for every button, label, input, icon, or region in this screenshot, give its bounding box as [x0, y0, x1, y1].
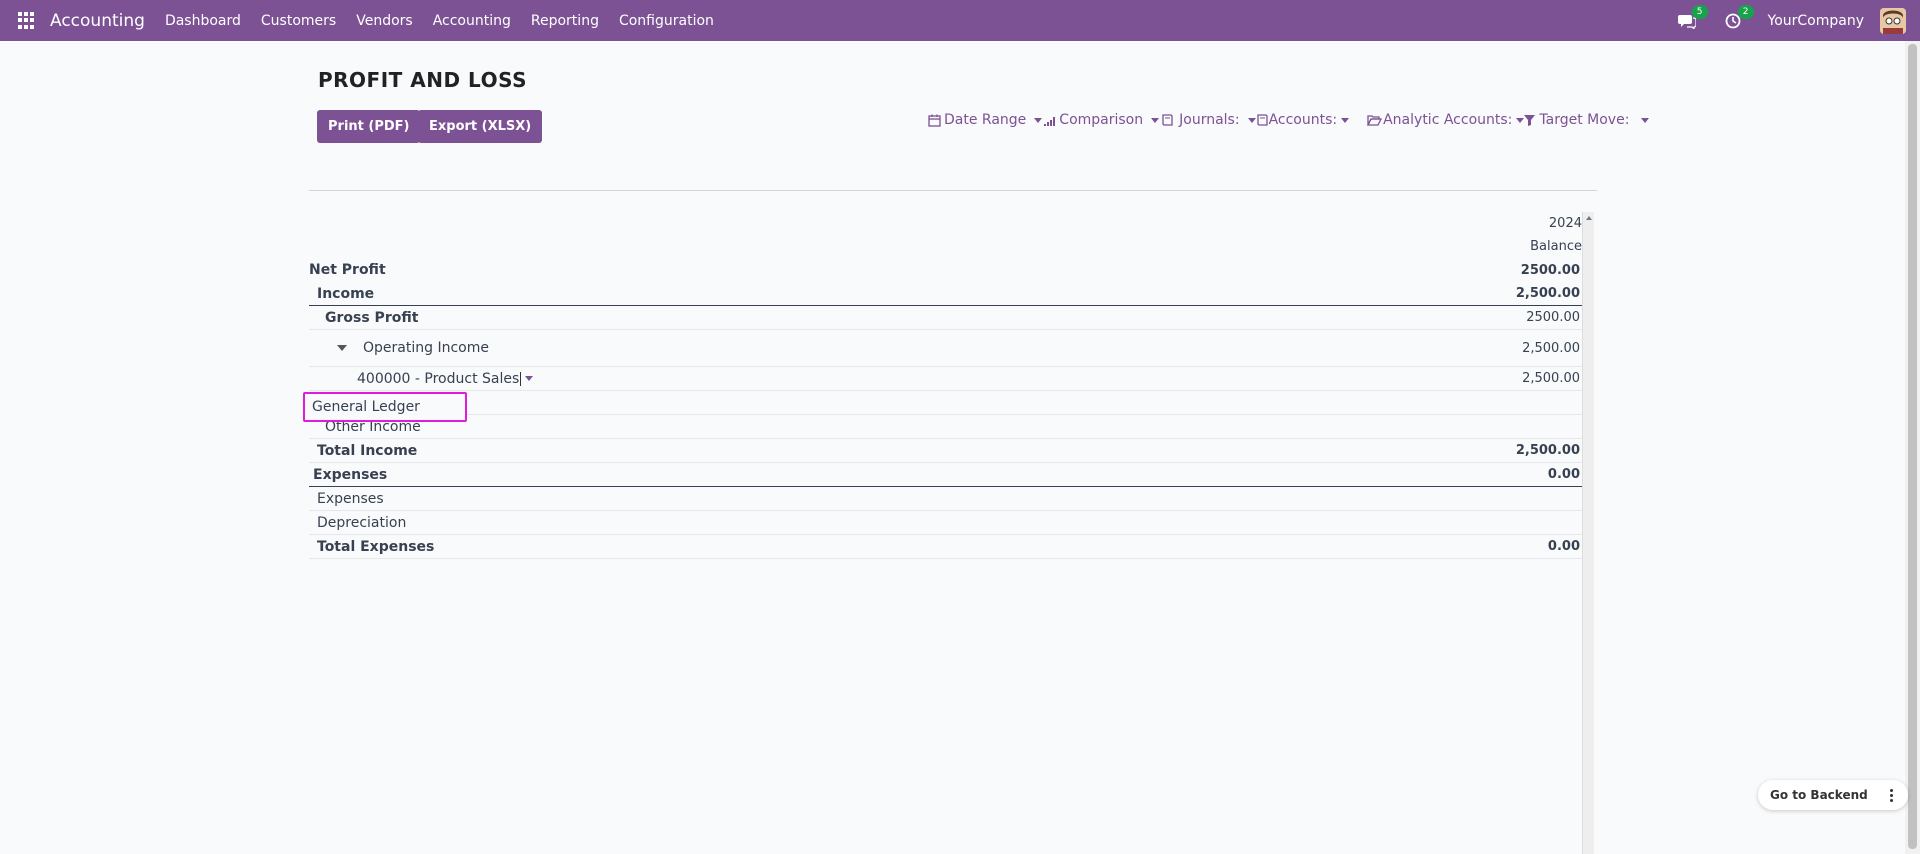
line-value: 0.00 [1547, 539, 1580, 554]
book-icon [1162, 114, 1173, 126]
line-label: Gross Profit [325, 309, 419, 326]
chevron-down-icon [1341, 117, 1350, 123]
line-label: Expenses [317, 490, 384, 507]
report-line-blank [309, 391, 1582, 415]
line-label: Total Income [317, 442, 418, 459]
chevron-down-icon [1641, 117, 1650, 123]
line-value: 2500.00 [1526, 310, 1580, 325]
report-line-gross-profit[interactable]: Gross Profit 2500.00 [309, 306, 1582, 330]
analytic-accounts-label: Analytic Accounts: [1383, 112, 1513, 128]
comparison-filter[interactable]: Comparison [1044, 112, 1160, 128]
line-label: Depreciation [317, 514, 407, 531]
go-to-backend-button[interactable]: Go to Backend [1758, 788, 1880, 802]
line-value: 2,500.00 [1515, 286, 1580, 301]
accounts-label: Accounts: [1268, 112, 1338, 128]
go-to-backend-widget: Go to Backend [1758, 780, 1908, 810]
messages-badge: 5 [1691, 4, 1708, 19]
report-scrollbar[interactable] [1582, 212, 1594, 854]
report-line-expenses-group[interactable]: Expenses 0.00 [309, 463, 1582, 487]
target-move-filter[interactable]: Target Move: [1524, 112, 1650, 128]
text-cursor [520, 371, 522, 386]
chevron-down-icon[interactable] [525, 376, 534, 381]
menu-dashboard[interactable]: Dashboard [165, 13, 241, 29]
line-label: Total Expenses [317, 538, 435, 555]
chevron-down-icon [1516, 117, 1525, 123]
line-label: Income [317, 285, 375, 302]
menu-vendors[interactable]: Vendors [356, 13, 412, 29]
analytic-accounts-filter[interactable]: Analytic Accounts: [1367, 112, 1525, 128]
line-label: Net Profit [309, 262, 386, 278]
chevron-down-icon [1247, 117, 1256, 123]
menu-customers[interactable]: Customers [261, 13, 336, 29]
report-line-total-income[interactable]: Total Income 2,500.00 [309, 439, 1582, 463]
report-line-product-sales[interactable]: 400000 - Product Sales 2,500.00 [309, 367, 1582, 391]
report-line-net-profit[interactable]: Net Profit 2500.00 [309, 258, 1582, 282]
chevron-down-icon [1151, 117, 1160, 123]
kebab-menu-icon[interactable] [1880, 783, 1904, 807]
page-scrollbar-thumb[interactable] [1908, 44, 1917, 849]
messages-icon[interactable]: 5 [1676, 4, 1708, 32]
report-line-depreciation[interactable]: Depreciation [309, 511, 1582, 535]
filter-bar: Date Range Comparison Journals: Accounts… [928, 110, 1650, 130]
date-range-label: Date Range [944, 112, 1027, 128]
apps-grid-icon[interactable] [18, 11, 36, 30]
print-pdf-button[interactable]: Print (PDF) [317, 110, 421, 143]
line-value: 2,500.00 [1515, 443, 1580, 458]
report-line-operating-income[interactable]: Operating Income 2,500.00 [309, 330, 1582, 367]
report-line-total-expenses[interactable]: Total Expenses 0.00 [309, 535, 1582, 559]
comparison-label: Comparison [1059, 112, 1144, 128]
line-label: 400000 - Product Sales [357, 370, 520, 387]
company-switcher[interactable]: YourCompany [1768, 13, 1865, 29]
bar-chart-icon [1044, 116, 1056, 126]
date-range-filter[interactable]: Date Range [928, 112, 1043, 128]
menu-accounting[interactable]: Accounting [433, 13, 511, 29]
line-value: 2,500.00 [1522, 371, 1580, 386]
page-title: PROFIT AND LOSS [318, 68, 527, 92]
general-ledger-menu-item[interactable]: General Ledger [303, 392, 467, 422]
report-line-other-income[interactable]: Other Income [309, 415, 1582, 439]
line-value: 2,500.00 [1522, 340, 1580, 356]
book-icon [1256, 114, 1268, 126]
activities-badge: 2 [1737, 4, 1754, 19]
column-header-balance: Balance [1530, 239, 1582, 254]
line-value: 2500.00 [1520, 262, 1580, 278]
report-line-expenses[interactable]: Expenses [309, 487, 1582, 511]
line-label: Operating Income [363, 340, 489, 356]
line-label-wrap: 400000 - Product Sales [309, 371, 1522, 387]
report-line-income[interactable]: Income 2,500.00 [309, 282, 1582, 306]
line-label: Expenses [313, 466, 388, 483]
top-navbar: Accounting Dashboard Customers Vendors A… [0, 0, 1920, 41]
column-header-year: 2024 [1548, 216, 1582, 231]
line-value: 0.00 [1547, 467, 1580, 482]
scroll-up-arrow-icon[interactable] [1586, 216, 1592, 220]
divider [309, 190, 1597, 191]
line-label: Other Income [325, 418, 421, 435]
app-name[interactable]: Accounting [50, 11, 145, 31]
line-label-wrap: Operating Income [309, 340, 1522, 356]
journals-filter[interactable]: Journals: [1161, 112, 1256, 128]
calendar-icon [928, 114, 941, 127]
expand-caret-icon[interactable] [337, 345, 347, 351]
activities-clock-icon[interactable]: 2 [1722, 4, 1754, 32]
general-ledger-label: General Ledger [312, 399, 420, 415]
user-avatar[interactable] [1880, 7, 1906, 34]
journals-label: Journals: [1179, 112, 1240, 128]
menu-reporting[interactable]: Reporting [531, 13, 599, 29]
target-move-label: Target Move: [1539, 112, 1630, 128]
chevron-down-icon [1034, 117, 1043, 123]
menu-configuration[interactable]: Configuration [619, 13, 714, 29]
filter-funnel-icon [1524, 114, 1536, 126]
accounts-filter[interactable]: Accounts: [1256, 112, 1350, 128]
folder-open-icon [1367, 115, 1383, 126]
export-xlsx-button[interactable]: Export (XLSX) [418, 110, 543, 143]
